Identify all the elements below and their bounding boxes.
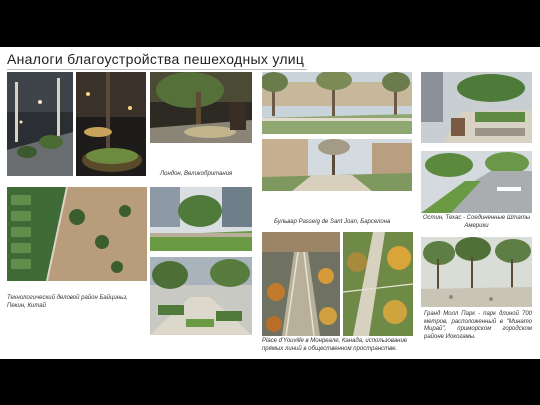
caption-barcelona: Бульвар Passeig de Sant Joan, Барселона	[274, 219, 391, 225]
caption-montreal: Place d'Youville в Монреале, Канада, исп…	[262, 338, 408, 352]
caption-london: Лондон, Великобритания	[160, 171, 233, 177]
title-divider	[7, 69, 307, 70]
caption-yokohama: Гранд Молл Парк - парк длиной 700 метров…	[424, 311, 532, 340]
photo-london-tree-bench	[150, 72, 252, 143]
photo-austin-street	[421, 151, 532, 213]
photo-planter-walkway	[150, 257, 252, 335]
caption-beijing: Технологический деловой район Байциньз, …	[7, 295, 128, 309]
photo-barcelona-boulevard-1	[262, 72, 412, 134]
photo-beijing-aerial	[7, 187, 147, 281]
photo-montreal-aerial	[262, 232, 340, 336]
slide: Аналоги благоустройства пешеходных улиц	[0, 47, 540, 359]
photo-green-strip	[150, 187, 252, 251]
photo-montreal-path	[343, 232, 413, 336]
photo-london-round-planters	[76, 72, 146, 176]
photo-london-night-plaza	[7, 72, 73, 176]
slide-title: Аналоги благоустройства пешеходных улиц	[7, 51, 305, 67]
photo-barcelona-boulevard-2	[262, 139, 412, 191]
photo-austin-planters	[421, 72, 532, 143]
caption-austin: Остин, Техас - Соединенные Штаты Америки	[422, 215, 531, 229]
photo-yokohama-grand-mall-park	[421, 237, 532, 307]
